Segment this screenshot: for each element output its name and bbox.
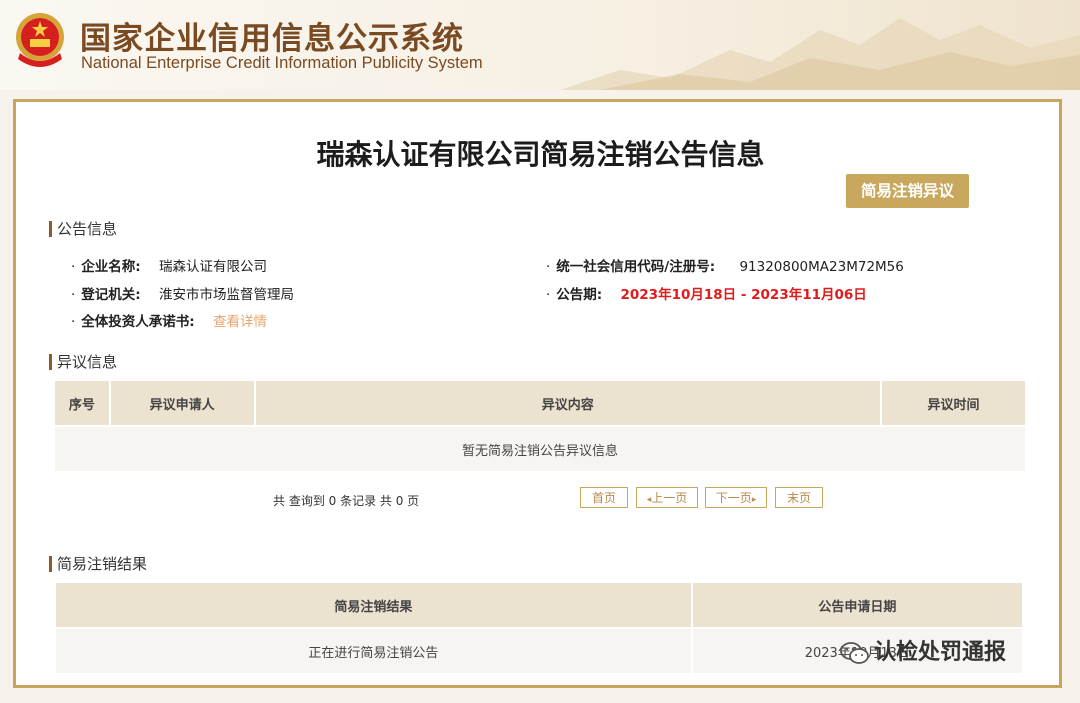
mountain-landscape-decoration (560, 18, 1080, 90)
credit-code-label: 统一社会信用代码/注册号: (556, 259, 716, 275)
pager-next-button[interactable]: 下一页▸ (705, 487, 767, 508)
page-title: 瑞森认证有限公司简易注销公告信息 (316, 138, 765, 171)
authority-value: 淮安市市场监督管理局 (159, 287, 294, 303)
authority-field: · 登记机关: 淮安市市场监督管理局 (71, 287, 294, 303)
period-label: 公告期: (556, 287, 603, 303)
watermark: 认检处罚通报 (840, 634, 1006, 666)
commitment-field: · 全体投资人承诺书: 查看详情 (71, 314, 267, 330)
pager-prev-button[interactable]: ◂上一页 (636, 487, 698, 508)
authority-label: 登记机关: (81, 287, 141, 303)
column-header: 序号 (55, 381, 111, 426)
company-name-field: · 企业名称: 瑞森认证有限公司 (71, 259, 267, 275)
credit-code-field: · 统一社会信用代码/注册号: 91320800MA23M72M56 (546, 259, 904, 275)
national-emblem-icon (16, 13, 64, 67)
company-name-value: 瑞森认证有限公司 (159, 259, 267, 275)
notice-panel: 瑞森认证有限公司简易注销公告信息 简易注销异议 公告信息 · 企业名称: 瑞森认证… (13, 99, 1062, 688)
site-subtitle: National Enterprise Credit Information P… (81, 54, 483, 72)
column-header: 异议内容 (254, 381, 883, 426)
column-header: 简易注销结果 (56, 583, 693, 628)
company-name-label: 企业名称: (81, 259, 141, 275)
watermark-text: 认检处罚通报 (874, 640, 1007, 665)
chevron-right-icon: ▸ (751, 495, 757, 505)
site-header: 国家企业信用信息公示系统 National Enterprise Credit … (0, 0, 1080, 90)
commitment-label: 全体投资人承诺书: (81, 314, 195, 330)
period-value: 2023年10月18日 - 2023年11月06日 (620, 287, 867, 303)
result-cell: 正在进行简易注销公告 (56, 627, 693, 673)
pager-last-button[interactable]: 末页 (775, 487, 823, 508)
pager-first-button[interactable]: 首页 (580, 487, 628, 508)
wechat-icon (840, 642, 869, 664)
column-header: 公告申请日期 (691, 583, 1022, 628)
section-result-title: 简易注销结果 (49, 556, 147, 572)
section-announcement-title: 公告信息 (49, 221, 117, 237)
period-field: · 公告期: 2023年10月18日 - 2023年11月06日 (546, 287, 867, 303)
empty-state-text: 暂无简易注销公告异议信息 (55, 425, 1025, 471)
section-objection-title: 异议信息 (49, 354, 117, 370)
credit-code-value: 91320800MA23M72M56 (739, 259, 904, 275)
column-header: 异议申请人 (109, 381, 256, 426)
objection-table: 序号 异议申请人 异议内容 异议时间 暂无简易注销公告异议信息 (55, 381, 1025, 471)
view-details-link[interactable]: 查看详情 (213, 314, 267, 330)
column-header: 异议时间 (881, 381, 1025, 426)
site-title: 国家企业信用信息公示系统 (80, 21, 464, 57)
simple-deregistration-objection-button[interactable]: 简易注销异议 (846, 174, 969, 208)
record-count-text: 共 查询到 0 条记录 共 0 页 (273, 494, 420, 508)
